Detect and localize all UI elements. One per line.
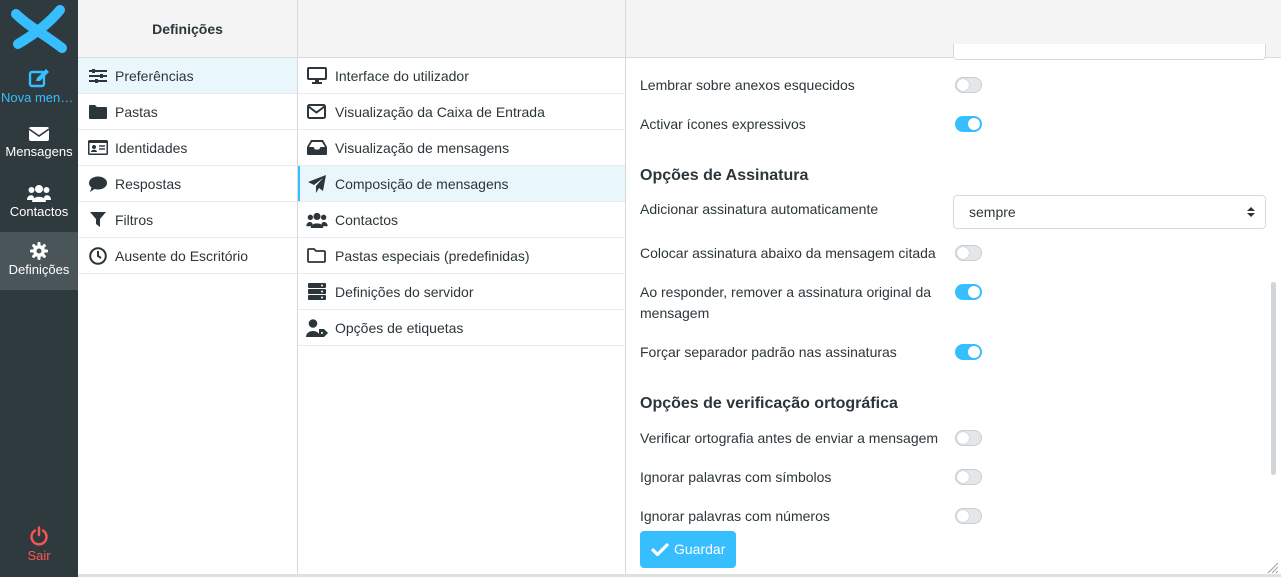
folder-outline-icon: [307, 248, 326, 263]
sliders-icon: [88, 68, 107, 83]
emoticons-toggle[interactable]: [955, 116, 982, 132]
remind-attachment-label: Lembrar sobre anexos esquecidos: [640, 77, 855, 93]
user-tag-icon: [305, 318, 328, 337]
settings-button[interactable]: Definições: [0, 232, 78, 290]
preferences-panel: Lembrar sobre anexos esquecidos Activar …: [626, 0, 1281, 577]
nav-item-preferences[interactable]: Preferências: [78, 58, 297, 94]
strip-signature-label: Ao responder, remover a assinatura origi…: [640, 284, 932, 321]
section-message-view[interactable]: Visualização de mensagens: [298, 130, 625, 166]
ignore-symbols-toggle[interactable]: [955, 469, 982, 485]
signature-below-toggle[interactable]: [955, 245, 982, 261]
users-icon: [305, 212, 328, 228]
section-tag-options[interactable]: Opções de etiquetas: [298, 310, 625, 346]
sections-nav: Interface do utilizador Visualização da …: [298, 0, 626, 577]
signature-options-title: Opções de Assinatura: [640, 167, 809, 184]
logo-icon: [11, 5, 67, 53]
server-icon: [307, 283, 326, 300]
nav-item-label: Ausente do Escritório: [115, 247, 249, 264]
select-caret-icon: [1247, 207, 1255, 217]
clock-icon: [88, 246, 107, 265]
nav-item-label: Filtros: [115, 211, 154, 228]
settings-nav: Definições Preferências Pastas Identidad…: [78, 0, 298, 577]
section-label: Contactos: [335, 211, 399, 228]
section-user-interface[interactable]: Interface do utilizador: [298, 58, 625, 94]
folder-icon: [88, 104, 107, 119]
scrollbar[interactable]: [1271, 282, 1276, 475]
auto-signature-value: sempre: [969, 204, 1016, 220]
auto-signature-label: Adicionar assinatura automaticamente: [640, 201, 879, 217]
signature-separator-toggle[interactable]: [955, 344, 982, 360]
section-label: Pastas especiais (predefinidas): [335, 247, 530, 264]
emoticons-label: Activar ícones expressivos: [640, 116, 806, 132]
signature-separator-label: Forçar separador padrão nas assinaturas: [640, 344, 897, 360]
contacts-label: Contactos: [9, 204, 69, 219]
section-label: Composição de mensagens: [335, 175, 509, 192]
section-label: Interface do utilizador: [335, 67, 469, 84]
section-label: Visualização de mensagens: [335, 139, 510, 156]
filter-icon: [89, 211, 106, 227]
nav-item-label: Respostas: [115, 175, 182, 192]
mail-button[interactable]: Mensagens: [0, 116, 78, 174]
spellcheck-options-title: Opções de verificação ortográfica: [640, 395, 898, 412]
nav-item-out-of-office[interactable]: Ausente do Escritório: [78, 238, 297, 274]
spellcheck-before-send-label: Verificar ortografia antes de enviar a m…: [640, 430, 939, 446]
section-contacts[interactable]: Contactos: [298, 202, 625, 238]
auto-signature-select[interactable]: sempre: [953, 195, 1266, 229]
remind-attachment-toggle[interactable]: [955, 77, 982, 93]
compose-button[interactable]: Nova mensagem: [0, 58, 78, 116]
section-label: Definições do servidor: [335, 283, 474, 300]
resize-grip-icon[interactable]: [1267, 562, 1279, 574]
ignore-numbers-label: Ignorar palavras com números: [640, 508, 830, 524]
gear-icon: [30, 242, 48, 260]
partial-input-field[interactable]: [953, 44, 1266, 60]
section-label: Opções de etiquetas: [335, 319, 464, 336]
settings-label: Definições: [8, 262, 70, 277]
taskbar: Nova mensagem Mensagens Contactos: [0, 0, 78, 577]
nav-item-label: Pastas: [115, 103, 158, 120]
section-composing[interactable]: Composição de mensagens: [298, 166, 625, 202]
sections-nav-header: [298, 0, 625, 58]
comment-icon: [88, 176, 107, 192]
settings-nav-title: Definições: [78, 0, 297, 58]
nav-item-folders[interactable]: Pastas: [78, 94, 297, 130]
envelope-icon: [29, 127, 49, 141]
monitor-icon: [306, 67, 327, 84]
section-mailbox-view[interactable]: Visualização da Caixa de Entrada: [298, 94, 625, 130]
ignore-numbers-toggle[interactable]: [955, 508, 982, 524]
nav-item-label: Preferências: [115, 67, 194, 84]
nav-item-responses[interactable]: Respostas: [78, 166, 297, 202]
nav-item-label: Identidades: [115, 139, 188, 156]
signature-below-label: Colocar assinatura abaixo da mensagem ci…: [640, 245, 936, 261]
nav-item-filters[interactable]: Filtros: [78, 202, 297, 238]
section-server-settings[interactable]: Definições do servidor: [298, 274, 625, 310]
compose-icon: [28, 69, 49, 88]
save-label: Guardar: [674, 541, 726, 557]
strip-signature-toggle[interactable]: [955, 284, 982, 300]
logout-label: Sair: [27, 548, 51, 563]
id-card-icon: [87, 140, 108, 155]
ignore-symbols-label: Ignorar palavras com símbolos: [640, 469, 832, 485]
envelope-icon: [307, 104, 326, 119]
power-icon: [30, 526, 48, 546]
spellcheck-before-send-toggle[interactable]: [955, 430, 982, 446]
mail-label: Mensagens: [5, 144, 73, 159]
save-button[interactable]: Guardar: [640, 531, 736, 568]
section-label: Visualização da Caixa de Entrada: [335, 103, 545, 120]
logout-button[interactable]: Sair: [0, 516, 78, 574]
compose-label: Nova mensagem: [1, 90, 78, 105]
nav-item-identities[interactable]: Identidades: [78, 130, 297, 166]
section-special-folders[interactable]: Pastas especiais (predefinidas): [298, 238, 625, 274]
contacts-button[interactable]: Contactos: [0, 174, 78, 232]
users-icon: [27, 185, 51, 202]
check-icon: [651, 542, 669, 556]
inbox-icon: [306, 140, 327, 155]
paper-plane-icon: [307, 174, 326, 193]
